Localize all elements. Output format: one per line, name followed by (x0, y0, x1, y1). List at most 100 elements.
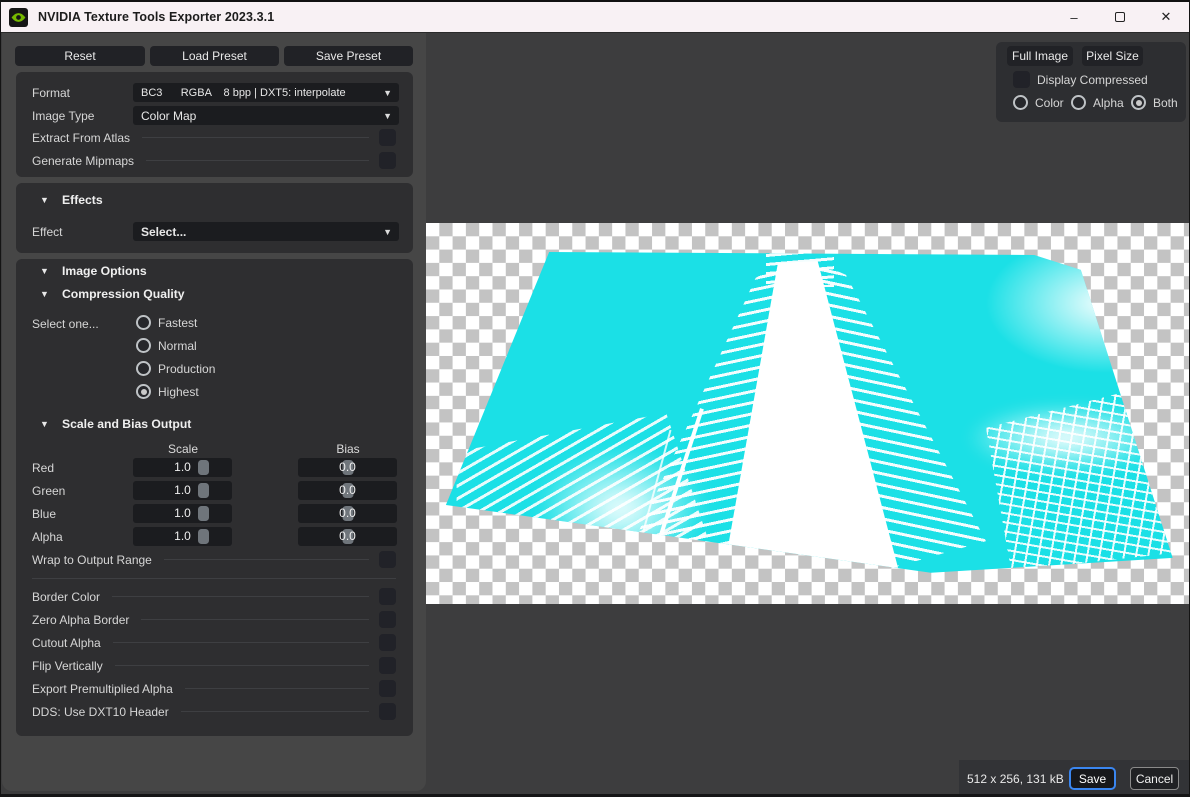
leader-line (115, 665, 369, 666)
cutout-alpha-row: Cutout Alpha (32, 634, 396, 651)
collapse-arrow-icon: ▼ (40, 289, 62, 299)
zero-alpha-border-checkbox[interactable] (379, 611, 396, 628)
nvidia-logo-icon (9, 8, 28, 27)
generate-mipmaps-label: Generate Mipmaps (32, 154, 134, 168)
blue-scale-field[interactable]: 1.0 (133, 504, 232, 523)
chevron-down-icon: ▼ (383, 227, 392, 237)
minimize-button[interactable]: – (1051, 2, 1097, 32)
radio-icon (136, 338, 151, 353)
quality-option-normal[interactable]: Normal (136, 338, 197, 353)
format-value: BC3 RGBA 8 bpp | DXT5: interpolate (141, 87, 346, 99)
full-image-button[interactable]: Full Image (1007, 46, 1073, 66)
pixel-size-button[interactable]: Pixel Size (1082, 46, 1143, 66)
leader-line (185, 688, 369, 689)
extract-atlas-checkbox[interactable] (379, 129, 396, 146)
cancel-button[interactable]: Cancel (1130, 767, 1179, 790)
save-preset-button[interactable]: Save Preset (284, 46, 413, 66)
leader-line (112, 596, 369, 597)
dxt10-header-checkbox[interactable] (379, 703, 396, 720)
generate-mipmaps-row: Generate Mipmaps (32, 152, 396, 169)
window-controls: – ✕ (1051, 2, 1189, 32)
bias-column-header: Bias (336, 442, 359, 456)
collapse-arrow-icon: ▼ (40, 266, 62, 276)
maximize-icon (1115, 12, 1125, 22)
maximize-button[interactable] (1097, 2, 1143, 32)
window-title: NVIDIA Texture Tools Exporter 2023.3.1 (38, 10, 274, 24)
image-size-status: 512 x 256, 131 kB (967, 772, 1064, 786)
dxt10-header-row: DDS: Use DXT10 Header (32, 703, 396, 720)
image-type-label: Image Type (32, 109, 94, 123)
mode-option-color[interactable]: Color (1013, 95, 1064, 110)
close-button[interactable]: ✕ (1143, 2, 1189, 32)
leader-line (181, 711, 369, 712)
sky-glow (986, 233, 1190, 373)
display-compressed-row: Display Compressed (1013, 71, 1148, 88)
load-preset-button[interactable]: Load Preset (150, 46, 279, 66)
wrap-output-checkbox[interactable] (379, 551, 396, 568)
premultiplied-alpha-row: Export Premultiplied Alpha (32, 680, 396, 697)
section-divider (32, 578, 396, 579)
scale-bias-header[interactable]: ▼ Scale and Bias Output (40, 417, 191, 431)
green-channel-label: Green (32, 484, 65, 498)
format-dropdown[interactable]: BC3 RGBA 8 bpp | DXT5: interpolate ▼ (133, 83, 399, 102)
quality-option-highest[interactable]: Highest (136, 384, 199, 399)
green-bias-field[interactable]: 0.0 (298, 481, 397, 500)
quality-option-production[interactable]: Production (136, 361, 215, 376)
cutout-alpha-checkbox[interactable] (379, 634, 396, 651)
display-compressed-checkbox[interactable] (1013, 71, 1030, 88)
collapse-arrow-icon: ▼ (40, 419, 62, 429)
radio-selected-icon (1131, 95, 1146, 110)
flip-vertically-row: Flip Vertically (32, 657, 396, 674)
app-window: NVIDIA Texture Tools Exporter 2023.3.1 –… (0, 0, 1190, 797)
wrap-output-row: Wrap to Output Range (32, 551, 396, 568)
alpha-bias-field[interactable]: 0.0 (298, 527, 397, 546)
blue-channel-label: Blue (32, 507, 56, 521)
red-channel-label: Red (32, 461, 54, 475)
border-color-checkbox[interactable] (379, 588, 396, 605)
reset-button[interactable]: Reset (15, 46, 145, 66)
effects-section-header[interactable]: ▼ Effects (40, 193, 103, 207)
display-compressed-label: Display Compressed (1037, 73, 1148, 87)
image-type-value: Color Map (141, 109, 196, 123)
effect-dropdown[interactable]: Select... ▼ (133, 222, 399, 241)
chevron-down-icon: ▼ (383, 88, 392, 98)
premultiplied-alpha-checkbox[interactable] (379, 680, 396, 697)
wrap-output-label: Wrap to Output Range (32, 553, 152, 567)
scale-column-header: Scale (168, 442, 198, 456)
alpha-scale-field[interactable]: 1.0 (133, 527, 232, 546)
extract-atlas-row: Extract From Atlas (32, 129, 396, 146)
settings-sidebar: Reset Load Preset Save Preset Format BC3… (2, 33, 426, 791)
red-scale-field[interactable]: 1.0 (133, 458, 232, 477)
leader-line (146, 160, 369, 161)
leader-line (164, 559, 369, 560)
radio-icon (1013, 95, 1028, 110)
compression-quality-header[interactable]: ▼ Compression Quality (40, 287, 185, 301)
effect-label: Effect (32, 225, 62, 239)
select-one-label: Select one... (32, 317, 99, 331)
collapse-arrow-icon: ▼ (40, 195, 62, 205)
building-photo (426, 223, 1190, 604)
image-options-header[interactable]: ▼ Image Options (40, 264, 147, 278)
leader-line (113, 642, 369, 643)
save-button[interactable]: Save (1069, 767, 1116, 790)
flip-vertically-checkbox[interactable] (379, 657, 396, 674)
image-type-dropdown[interactable]: Color Map ▼ (133, 106, 399, 125)
format-label: Format (32, 86, 70, 100)
generate-mipmaps-checkbox[interactable] (379, 152, 396, 169)
mode-option-alpha[interactable]: Alpha (1071, 95, 1124, 110)
radio-icon (1071, 95, 1086, 110)
extract-atlas-label: Extract From Atlas (32, 131, 130, 145)
quality-option-fastest[interactable]: Fastest (136, 315, 197, 330)
chevron-down-icon: ▼ (383, 111, 392, 121)
effect-value: Select... (141, 225, 186, 239)
effects-header-label: Effects (62, 193, 103, 207)
zero-alpha-border-row: Zero Alpha Border (32, 611, 396, 628)
radio-selected-icon (136, 384, 151, 399)
blue-bias-field[interactable]: 0.0 (298, 504, 397, 523)
leader-line (142, 137, 369, 138)
green-scale-field[interactable]: 1.0 (133, 481, 232, 500)
titlebar: NVIDIA Texture Tools Exporter 2023.3.1 –… (1, 0, 1189, 33)
border-color-row: Border Color (32, 588, 396, 605)
red-bias-field[interactable]: 0.0 (298, 458, 397, 477)
mode-option-both[interactable]: Both (1131, 95, 1178, 110)
